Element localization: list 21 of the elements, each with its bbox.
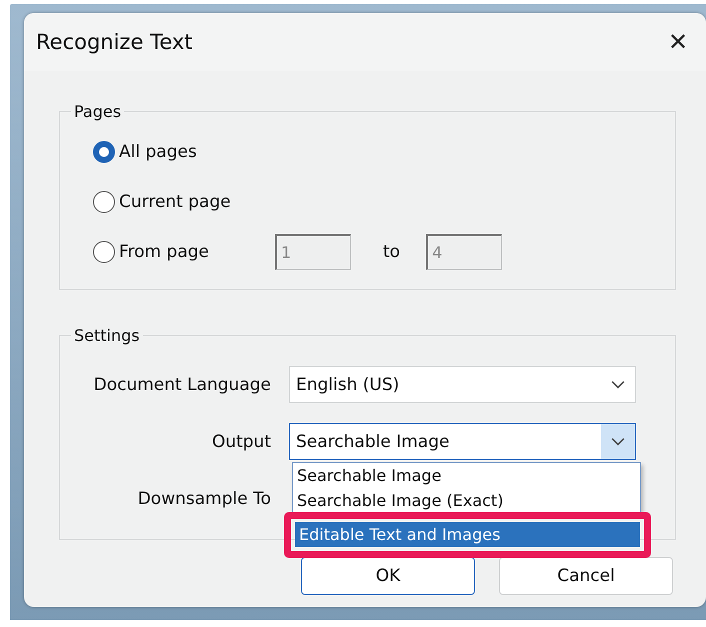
- ok-button[interactable]: OK: [301, 557, 475, 595]
- group-title: Settings: [73, 326, 141, 345]
- radio-label[interactable]: From page: [119, 242, 271, 262]
- list-option[interactable]: Searchable Image (Exact): [293, 488, 640, 513]
- radio-label[interactable]: All pages: [119, 142, 271, 162]
- window-title: Recognize Text: [36, 30, 193, 54]
- setting-label: Document Language: [93, 374, 271, 394]
- setting-label: Downsample To: [136, 488, 271, 508]
- list-option[interactable]: Editable Text and Images: [295, 522, 640, 547]
- dropdown-select[interactable]: English (US): [289, 366, 636, 403]
- radio-button[interactable]: [93, 141, 115, 163]
- cancel-button[interactable]: Cancel: [499, 557, 673, 595]
- to-label: to: [383, 242, 400, 262]
- dropdown-select[interactable]: Searchable Image: [289, 423, 636, 460]
- radio-label[interactable]: Current page: [119, 192, 271, 212]
- list-option[interactable]: Searchable Image: [293, 463, 640, 488]
- radio-button[interactable]: [93, 191, 115, 213]
- radio-button[interactable]: [93, 241, 115, 263]
- close-button[interactable]: ✕: [664, 28, 692, 56]
- setting-label: Output: [210, 432, 271, 452]
- group-title: Pages: [73, 102, 122, 121]
